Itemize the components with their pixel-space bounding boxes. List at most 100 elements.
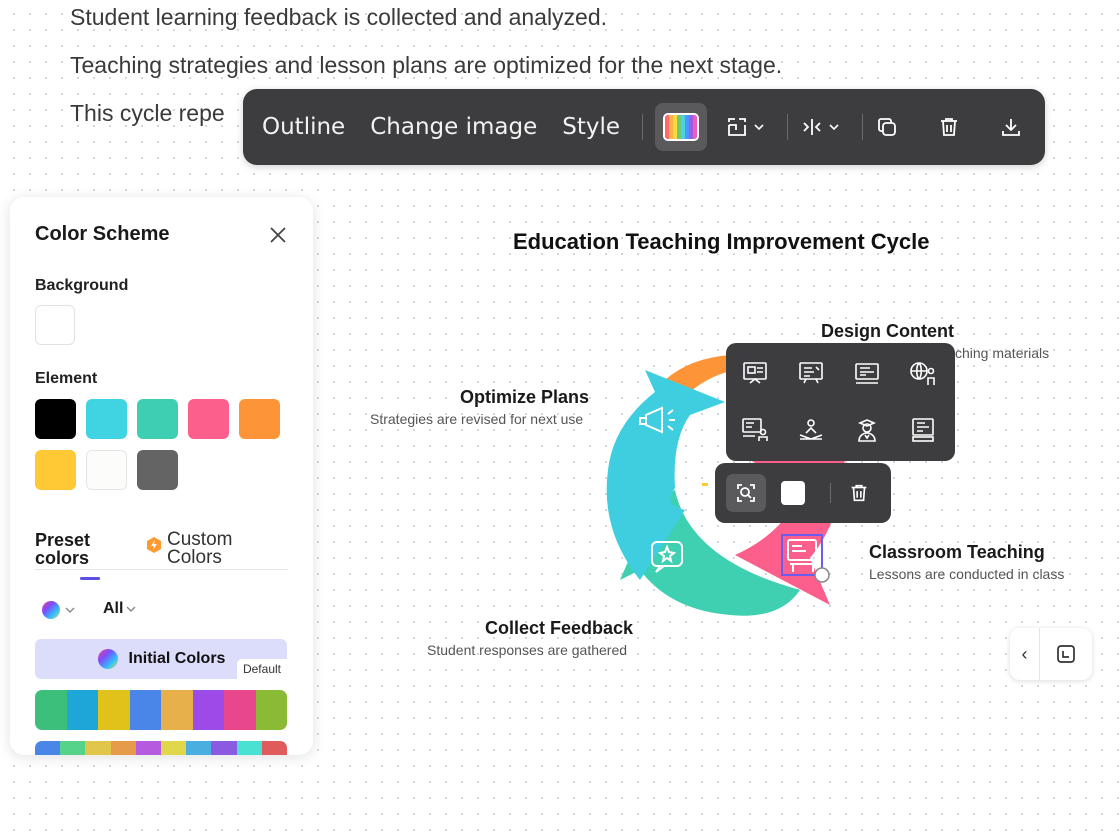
step-desc-teaching: Lessons are conducted in class	[869, 566, 1065, 582]
scheme-color-chip	[135, 741, 162, 755]
element-label: Element	[35, 370, 98, 387]
background-swatch[interactable]	[35, 305, 75, 345]
fit-view-icon	[1057, 645, 1075, 663]
presentation-board-icon[interactable]	[737, 357, 773, 391]
view-controls: ‹	[1010, 628, 1092, 680]
scheme-color-chip	[161, 741, 187, 755]
chevron-left-icon: ‹	[1021, 643, 1028, 664]
default-badge: Default	[236, 659, 287, 679]
scheme-color-chip	[66, 690, 98, 730]
tab-preset-colors[interactable]: Preset colors	[35, 531, 115, 567]
color-scheme-option[interactable]	[35, 690, 287, 730]
chart-title: Education Teaching Improvement Cycle	[513, 229, 930, 254]
step-desc-design: ching materials	[955, 345, 1050, 361]
toolbar-divider	[862, 114, 864, 140]
scheme-color-chip	[192, 690, 224, 730]
custom-colors-label: Custom Colors	[167, 529, 233, 568]
color-palette-button[interactable]	[655, 103, 708, 151]
element-color-swatch[interactable]	[137, 450, 178, 490]
search-icon	[737, 484, 755, 502]
certificate-icon[interactable]	[905, 413, 941, 447]
scheme-color-chip	[35, 741, 61, 755]
step-title-design: Design Content	[821, 321, 954, 341]
chevron-down-icon	[126, 606, 136, 612]
step-title-optimize: Optimize Plans	[460, 387, 590, 407]
trash-icon	[941, 118, 958, 136]
chevron-down-icon	[754, 124, 764, 131]
scheme-color-chip	[261, 741, 287, 755]
accent-mark	[702, 483, 708, 486]
scheme-color-chip	[255, 690, 287, 730]
scheme-color-chip	[236, 741, 262, 755]
chevron-down-icon	[65, 607, 75, 613]
scheme-color-chip	[35, 690, 67, 730]
spacing-icon	[803, 119, 821, 135]
tab-divider	[35, 569, 288, 570]
collapse-panel-button[interactable]: ‹	[1010, 628, 1040, 680]
layout-dropdown-button[interactable]	[725, 115, 765, 139]
step-title-feedback: Collect Feedback	[485, 618, 634, 638]
element-color-swatch[interactable]	[86, 399, 127, 439]
panel-title: Color Scheme	[35, 223, 170, 245]
scheme-color-chip	[60, 741, 86, 755]
element-color-swatch[interactable]	[35, 450, 76, 490]
element-color-swatch[interactable]	[239, 399, 280, 439]
replace-icon-button[interactable]	[726, 474, 766, 512]
trash-icon	[851, 484, 867, 502]
scheme-color-chip	[211, 741, 237, 755]
filter-all-dropdown[interactable]: All	[103, 600, 136, 618]
change-image-button[interactable]: Change image	[367, 114, 540, 140]
step-title-teaching: Classroom Teaching	[869, 542, 1045, 562]
online-class-icon[interactable]	[737, 413, 773, 447]
element-color-swatch[interactable]	[137, 399, 178, 439]
doc-line-1: Student learning feedback is collected a…	[70, 4, 608, 30]
close-icon[interactable]	[267, 224, 289, 246]
color-scheme-option[interactable]	[35, 741, 287, 755]
graduate-icon[interactable]	[849, 413, 885, 447]
chevron-down-icon	[829, 124, 839, 131]
scheme-color-chip	[98, 690, 130, 730]
delete-icon-button[interactable]	[847, 481, 871, 505]
scheme-color-chip	[161, 690, 193, 730]
icon-picker-popup	[726, 343, 955, 461]
filter-all-label: All	[103, 600, 124, 617]
download-icon	[1002, 119, 1020, 136]
initial-colors-option[interactable]: Initial Colors Default	[35, 639, 287, 679]
reading-student-icon[interactable]	[793, 413, 829, 447]
element-color-swatch[interactable]	[35, 399, 76, 439]
color-palette-icon	[663, 113, 700, 141]
tab-custom-colors[interactable]: Custom Colors	[147, 529, 237, 568]
scheme-color-chip	[110, 741, 136, 755]
globe-teacher-icon[interactable]	[905, 357, 941, 391]
step-desc-optimize: Strategies are revised for next use	[370, 411, 584, 427]
color-wheel-filter[interactable]	[41, 600, 75, 620]
element-color-swatch[interactable]	[86, 450, 127, 490]
floating-toolbar: Outline Change image Style	[243, 89, 1045, 165]
delete-button[interactable]	[937, 115, 961, 139]
toolbar-divider	[642, 114, 644, 140]
color-wheel-icon	[42, 601, 60, 619]
duplicate-icon	[878, 118, 896, 136]
monitor-lesson-icon[interactable]	[849, 357, 885, 391]
download-button[interactable]	[999, 115, 1023, 139]
outline-button[interactable]: Outline	[259, 114, 348, 140]
active-tab-indicator	[80, 577, 100, 580]
icon-color-button[interactable]	[781, 481, 805, 505]
initial-colors-label: Initial Colors	[128, 650, 226, 667]
doc-line-3: This cycle repe	[70, 100, 225, 126]
step-desc-feedback: Student responses are gathered	[427, 642, 628, 658]
palette-color-bar	[693, 115, 698, 139]
color-wheel-icon	[97, 649, 118, 669]
doc-line-2: Teaching strategies and lesson plans are…	[70, 52, 783, 78]
spacing-dropdown-button[interactable]	[800, 115, 840, 139]
style-button[interactable]: Style	[559, 114, 623, 140]
fit-view-button[interactable]	[1040, 643, 1092, 665]
scheme-color-chip	[186, 741, 212, 755]
action-bar-divider	[830, 483, 831, 503]
scheme-color-chip	[129, 690, 161, 730]
resize-handle[interactable]	[814, 567, 830, 583]
toolbar-divider	[787, 114, 789, 140]
chalkboard-icon[interactable]	[793, 357, 829, 391]
duplicate-button[interactable]	[875, 115, 899, 139]
element-color-swatch[interactable]	[188, 399, 229, 439]
